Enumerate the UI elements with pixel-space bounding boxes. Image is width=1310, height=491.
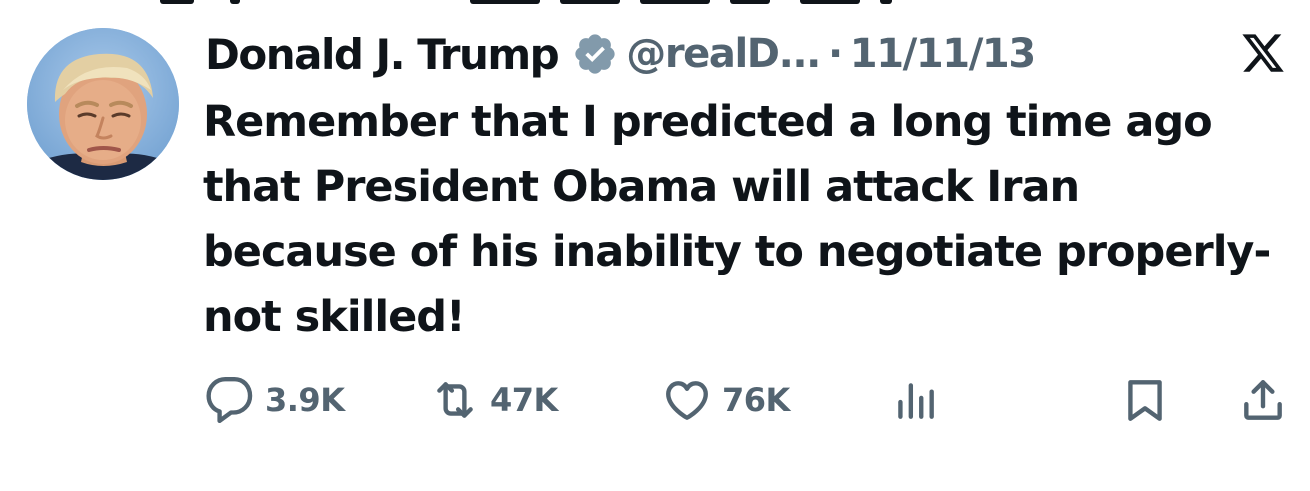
avatar[interactable] <box>27 28 179 180</box>
share-button[interactable] <box>1238 370 1288 430</box>
author-handle[interactable]: @realD... <box>626 31 821 77</box>
avatar-photo <box>27 28 179 180</box>
share-icon <box>1238 375 1288 425</box>
bookmark-button[interactable] <box>1120 370 1170 430</box>
views-button[interactable] <box>890 370 940 430</box>
reply-button[interactable]: 3.9K <box>205 370 345 430</box>
separator-dot: · <box>827 31 843 77</box>
like-count: 76K <box>722 381 790 419</box>
like-button[interactable]: 76K <box>662 370 790 430</box>
cropped-previous-content <box>0 0 1310 10</box>
repost-button[interactable]: 47K <box>430 370 558 430</box>
analytics-icon <box>890 375 940 425</box>
reply-count: 3.9K <box>265 381 345 419</box>
verified-badge-icon[interactable] <box>572 31 618 77</box>
x-logo-icon <box>1240 30 1286 76</box>
tweet-date[interactable]: 11/11/13 <box>850 31 1036 77</box>
heart-icon <box>662 375 712 425</box>
tweet-actions: 3.9K 47K 76K <box>0 370 1310 430</box>
repost-icon <box>430 375 480 425</box>
tweet-text: Remember that I predicted a long time ag… <box>203 97 1271 342</box>
reply-icon <box>205 375 255 425</box>
author-name[interactable]: Donald J. Trump <box>205 30 560 79</box>
tweet-header: Donald J. Trump @realD... · 11/11/13 <box>205 30 1036 79</box>
repost-count: 47K <box>490 381 558 419</box>
bookmark-icon <box>1120 375 1170 425</box>
